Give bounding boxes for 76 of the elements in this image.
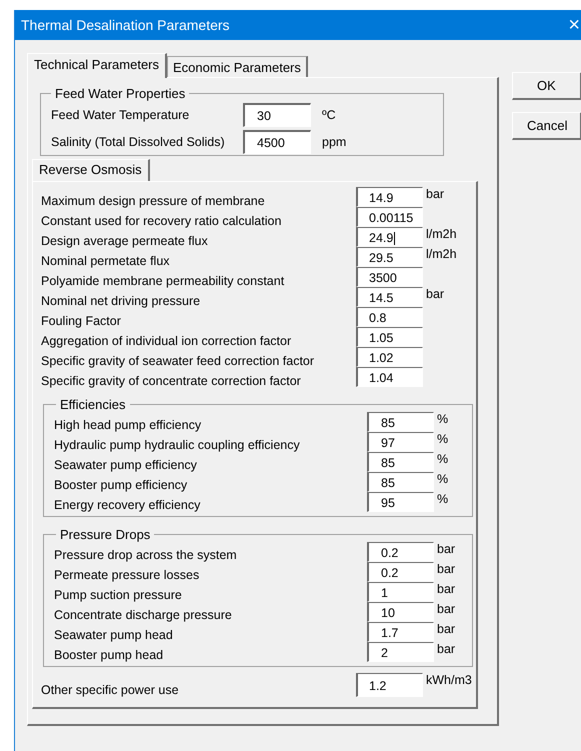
input-field[interactable]: 85 — [367, 452, 434, 472]
unit-label: bar — [425, 287, 444, 301]
group-title: Efficiencies — [59, 397, 127, 412]
input-field[interactable]: 24.9 — [356, 227, 423, 247]
field-label: Polyamide membrane permeability constant — [41, 273, 286, 287]
unit-label: ppm — [321, 134, 346, 148]
input-field[interactable]: 95 — [367, 492, 434, 512]
unit-label: bar — [436, 562, 456, 576]
tab[interactable]: Technical Parameters — [27, 53, 167, 78]
input-field[interactable]: 4500 — [243, 130, 311, 154]
input-field[interactable]: 1 — [367, 582, 434, 602]
unit-label: l/m2h — [425, 247, 457, 261]
input-field[interactable]: 0.2 — [367, 542, 434, 562]
unit-label: % — [436, 412, 448, 426]
tab[interactable]: Economic Parameters — [167, 56, 308, 77]
input-field[interactable]: 10 — [367, 602, 434, 622]
unit-label: % — [436, 432, 448, 446]
field-label: Concentrate discharge pressure — [54, 607, 233, 622]
group-title: Pressure Drops — [59, 527, 152, 542]
input-field[interactable]: 0.2 — [367, 562, 434, 582]
field-label: Feed Water Temperature — [51, 108, 190, 122]
field-label: Fouling Factor — [41, 313, 122, 327]
field-label: Hydraulic pump hydraulic coupling efficiency — [54, 437, 301, 452]
unit-label: % — [436, 472, 448, 486]
tab[interactable]: Reverse Osmosis — [32, 159, 150, 181]
group-title: Feed Water Properties — [54, 86, 186, 101]
input-field[interactable]: 1.7 — [367, 622, 434, 642]
field-label: Salinity (Total Dissolved Solids) — [51, 134, 226, 148]
unit-label: % — [436, 452, 448, 466]
input-field[interactable]: 3500 — [356, 267, 423, 287]
field-label: Pump suction pressure — [54, 587, 183, 602]
field-label: Booster pump efficiency — [54, 477, 188, 492]
unit-label: % — [436, 492, 448, 506]
field-label: Other specific power use — [41, 683, 180, 697]
unit-label: bar — [436, 622, 456, 636]
unit-label: ºC — [321, 108, 336, 122]
dialog-button[interactable]: Cancel — [512, 112, 581, 140]
field-label: Nominal permetate flux — [41, 253, 171, 267]
field-label: Booster pump head — [54, 647, 164, 662]
field-label: Energy recovery efficiency — [54, 497, 202, 512]
field-label: Specific gravity of concentrate correction factor — [41, 373, 302, 387]
input-field[interactable]: 29.5 — [356, 247, 423, 267]
input-field[interactable]: 1.02 — [356, 347, 423, 367]
input-field[interactable]: 97 — [367, 432, 434, 452]
field-label: Permeate pressure losses — [54, 567, 200, 582]
field-label: Maximum design pressure of membrane — [41, 193, 266, 207]
field-label: Seawater pump efficiency — [54, 457, 198, 472]
field-label: Design average permeate flux — [41, 233, 209, 247]
window-title: Thermal Desalination Parameters — [21, 17, 230, 33]
unit-label: l/m2h — [425, 227, 457, 241]
unit-label: bar — [436, 602, 456, 616]
field-label: Specific gravity of seawater feed correction factor — [41, 353, 316, 367]
input-field[interactable]: 85 — [367, 472, 434, 492]
input-field[interactable]: 14.5 — [356, 287, 423, 307]
input-field[interactable]: 0.8 — [356, 307, 423, 327]
close-button[interactable]: × — [568, 15, 581, 35]
field-label: Aggregation of individual ion correction factor — [41, 333, 292, 347]
unit-label: bar — [436, 642, 456, 656]
field-label: Seawater pump head — [54, 627, 174, 642]
input-field[interactable]: 1.2 — [356, 673, 423, 697]
field-label: Nominal net driving pressure — [41, 293, 202, 307]
input-field[interactable]: 1.05 — [356, 327, 423, 347]
dialog-button[interactable]: OK — [512, 72, 581, 100]
unit-label: kWh/m3 — [425, 673, 472, 687]
unit-label: bar — [436, 542, 456, 556]
input-field[interactable]: 2 — [367, 642, 434, 662]
input-field[interactable]: 1.04 — [356, 367, 423, 387]
unit-label: bar — [436, 582, 456, 596]
input-field[interactable]: 0.00115 — [356, 207, 423, 227]
input-field[interactable]: 85 — [367, 412, 434, 432]
unit-label: bar — [425, 187, 444, 201]
field-label: Constant used for recovery ratio calculation — [41, 213, 282, 227]
field-label: Pressure drop across the system — [54, 547, 238, 562]
input-field[interactable]: 30 — [243, 102, 311, 126]
field-label: High head pump efficiency — [54, 417, 202, 432]
input-field[interactable]: 14.9 — [356, 187, 423, 207]
